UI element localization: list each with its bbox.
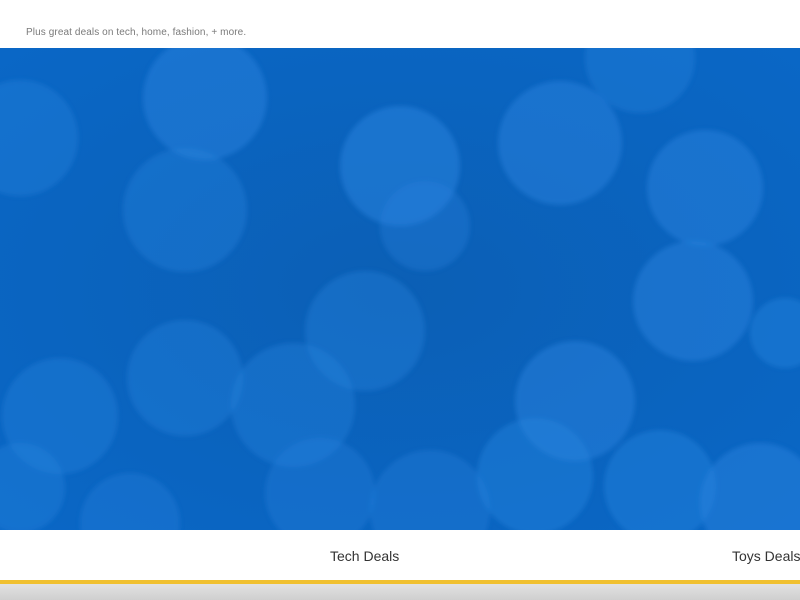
bottom-band — [0, 584, 800, 600]
promo-page: Plus great deals on tech, home, fashion,… — [0, 0, 800, 600]
tab-toys-deals[interactable]: Toys Deals — [732, 548, 800, 564]
tab-tech-deals[interactable]: Tech Deals — [330, 548, 399, 564]
hero-banner[interactable] — [0, 48, 800, 530]
promo-subtitle: Plus great deals on tech, home, fashion,… — [26, 27, 247, 38]
bokeh-background — [0, 48, 800, 530]
category-tabs: Tech Deals Toys Deals — [0, 530, 800, 580]
promo-header: Plus great deals on tech, home, fashion,… — [0, 0, 800, 48]
